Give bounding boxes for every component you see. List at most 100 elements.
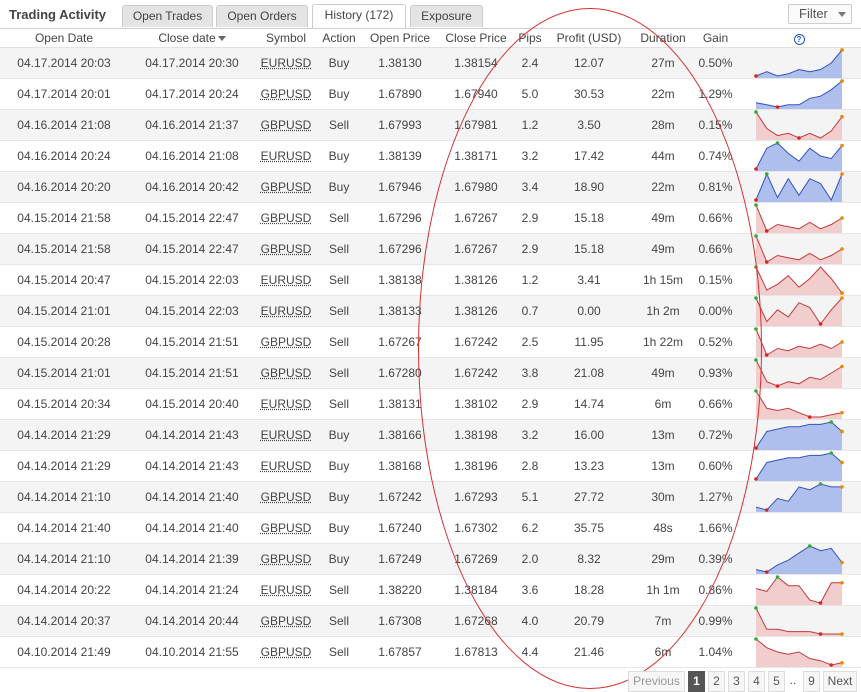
symbol-link[interactable]: GBPUSD: [261, 614, 312, 628]
table-row[interactable]: 04.15.2014 20:28 04.15.2014 21:51 GBPUSD Se…: [0, 326, 861, 358]
page-button-2[interactable]: 2: [708, 671, 725, 692]
prev-page-button[interactable]: Previous: [628, 671, 685, 692]
table-row[interactable]: 04.10.2014 21:49 04.10.2014 21:55 GBPUSD Se…: [0, 636, 861, 668]
symbol-link[interactable]: GBPUSD: [261, 118, 312, 132]
table-row[interactable]: 04.14.2014 21:29 04.14.2014 21:43 EURUSD Bu…: [0, 450, 861, 482]
col-open-price[interactable]: Open Price: [362, 28, 438, 48]
col-open-date[interactable]: Open Date: [0, 28, 128, 48]
cell-symbol[interactable]: GBPUSD: [256, 512, 316, 544]
table-row[interactable]: 04.14.2014 21:40 04.14.2014 21:40 GBPUSD Bu…: [0, 512, 861, 544]
table-row[interactable]: 04.14.2014 21:10 04.14.2014 21:39 GBPUSD Bu…: [0, 543, 861, 575]
symbol-link[interactable]: EURUSD: [261, 459, 312, 473]
symbol-link[interactable]: EURUSD: [261, 428, 312, 442]
cell-symbol[interactable]: EURUSD: [256, 295, 316, 327]
tab-open-trades[interactable]: Open Trades: [122, 5, 213, 27]
symbol-link[interactable]: GBPUSD: [261, 366, 312, 380]
tab-exposure[interactable]: Exposure: [410, 5, 483, 27]
cell-open-price: 1.38131: [362, 388, 438, 420]
cell-symbol[interactable]: GBPUSD: [256, 171, 316, 203]
table-row[interactable]: 04.16.2014 20:20 04.16.2014 20:42 GBPUSD Bu…: [0, 171, 861, 203]
cell-close-price: 1.67267: [438, 202, 514, 234]
col-profit[interactable]: Profit (USD): [546, 28, 632, 48]
table-row[interactable]: 04.14.2014 21:29 04.14.2014 21:43 EURUSD Bu…: [0, 419, 861, 451]
symbol-link[interactable]: EURUSD: [261, 304, 312, 318]
col-pips[interactable]: Pips: [514, 28, 546, 48]
table-row[interactable]: 04.15.2014 21:01 04.15.2014 21:51 GBPUSD Se…: [0, 357, 861, 389]
symbol-link[interactable]: GBPUSD: [261, 645, 312, 659]
symbol-link[interactable]: EURUSD: [261, 273, 312, 287]
table-row[interactable]: 04.14.2014 21:10 04.14.2014 21:40 GBPUSD Bu…: [0, 481, 861, 513]
table-row[interactable]: 04.15.2014 20:47 04.15.2014 22:03 EURUSD Se…: [0, 264, 861, 296]
cell-symbol[interactable]: GBPUSD: [256, 78, 316, 110]
cell-gain: 0.50%: [694, 47, 737, 79]
cell-symbol[interactable]: GBPUSD: [256, 636, 316, 668]
sparkline-min-marker: [754, 446, 758, 450]
cell-profit: 21.46: [546, 636, 632, 668]
sparkline-last-marker: [840, 429, 844, 434]
table-row[interactable]: 04.15.2014 21:01 04.15.2014 22:03 EURUSD Se…: [0, 295, 861, 327]
cell-symbol[interactable]: GBPUSD: [256, 605, 316, 637]
tab-open-orders[interactable]: Open Orders: [216, 5, 308, 27]
cell-symbol[interactable]: GBPUSD: [256, 202, 316, 234]
col-close-price[interactable]: Close Price: [438, 28, 514, 48]
col-gain[interactable]: Gain: [694, 28, 737, 48]
page-button-3[interactable]: 3: [728, 671, 745, 692]
next-page-button[interactable]: Next: [823, 671, 857, 692]
cell-symbol[interactable]: EURUSD: [256, 47, 316, 79]
symbol-link[interactable]: GBPUSD: [261, 521, 312, 535]
symbol-link[interactable]: EURUSD: [261, 149, 312, 163]
table-row[interactable]: 04.16.2014 20:24 04.16.2014 21:08 EURUSD Bu…: [0, 140, 861, 172]
cell-symbol[interactable]: GBPUSD: [256, 543, 316, 575]
col-action[interactable]: Action: [316, 28, 362, 48]
symbol-link[interactable]: GBPUSD: [261, 552, 312, 566]
symbol-link[interactable]: GBPUSD: [261, 335, 312, 349]
cell-close-date: 04.15.2014 22:47: [128, 233, 256, 265]
col-close-date-label: Close date: [158, 30, 216, 45]
cell-symbol[interactable]: GBPUSD: [256, 481, 316, 513]
page-button-9[interactable]: 9: [803, 671, 820, 692]
cell-symbol[interactable]: GBPUSD: [256, 357, 316, 389]
cell-symbol[interactable]: EURUSD: [256, 140, 316, 172]
symbol-link[interactable]: GBPUSD: [261, 490, 312, 504]
help-icon[interactable]: ?: [793, 33, 805, 45]
cell-symbol[interactable]: GBPUSD: [256, 109, 316, 141]
cell-profit: 0.00: [546, 295, 632, 327]
page-button-5[interactable]: 5: [768, 671, 785, 692]
symbol-link[interactable]: GBPUSD: [261, 242, 312, 256]
symbol-link[interactable]: EURUSD: [261, 583, 312, 597]
symbol-link[interactable]: EURUSD: [261, 56, 312, 70]
cell-symbol[interactable]: EURUSD: [256, 419, 316, 451]
table-row[interactable]: 04.15.2014 21:58 04.15.2014 22:47 GBPUSD Se…: [0, 202, 861, 234]
cell-symbol[interactable]: EURUSD: [256, 388, 316, 420]
sparkline-chart: [754, 606, 844, 636]
col-duration[interactable]: Duration: [632, 28, 694, 48]
table-row[interactable]: 04.14.2014 20:37 04.14.2014 20:44 GBPUSD Se…: [0, 605, 861, 637]
symbol-link[interactable]: GBPUSD: [261, 211, 312, 225]
cell-symbol[interactable]: EURUSD: [256, 450, 316, 482]
cell-symbol[interactable]: GBPUSD: [256, 326, 316, 358]
tab-history[interactable]: History (172): [312, 4, 406, 28]
symbol-link[interactable]: GBPUSD: [261, 87, 312, 101]
col-symbol[interactable]: Symbol: [256, 28, 316, 48]
cell-symbol[interactable]: EURUSD: [256, 264, 316, 296]
table-row[interactable]: 04.14.2014 20:22 04.14.2014 21:24 EURUSD Se…: [0, 574, 861, 606]
symbol-link[interactable]: EURUSD: [261, 397, 312, 411]
page-button-1[interactable]: 1: [688, 671, 705, 692]
cell-gain: 0.72%: [694, 419, 737, 451]
cell-pips: 2.9: [514, 388, 546, 420]
cell-duration: 44m: [632, 140, 694, 172]
table-row[interactable]: 04.15.2014 21:58 04.15.2014 22:47 GBPUSD Se…: [0, 233, 861, 265]
table-row[interactable]: 04.15.2014 20:34 04.15.2014 20:40 EURUSD Se…: [0, 388, 861, 420]
sparkline-max-marker: [754, 389, 758, 393]
sparkline-area: [756, 329, 842, 357]
cell-symbol[interactable]: GBPUSD: [256, 233, 316, 265]
table-row[interactable]: 04.17.2014 20:01 04.17.2014 20:24 GBPUSD Bu…: [0, 78, 861, 110]
cell-symbol[interactable]: EURUSD: [256, 574, 316, 606]
col-close-date[interactable]: Close date: [128, 28, 256, 48]
symbol-link[interactable]: GBPUSD: [261, 180, 312, 194]
page-button-4[interactable]: 4: [748, 671, 765, 692]
filter-dropdown[interactable]: Filter: [788, 4, 852, 24]
cell-sparkline: [737, 171, 861, 203]
table-row[interactable]: 04.16.2014 21:08 04.16.2014 21:37 GBPUSD Se…: [0, 109, 861, 141]
table-row[interactable]: 04.17.2014 20:03 04.17.2014 20:30 EURUSD Bu…: [0, 47, 861, 79]
